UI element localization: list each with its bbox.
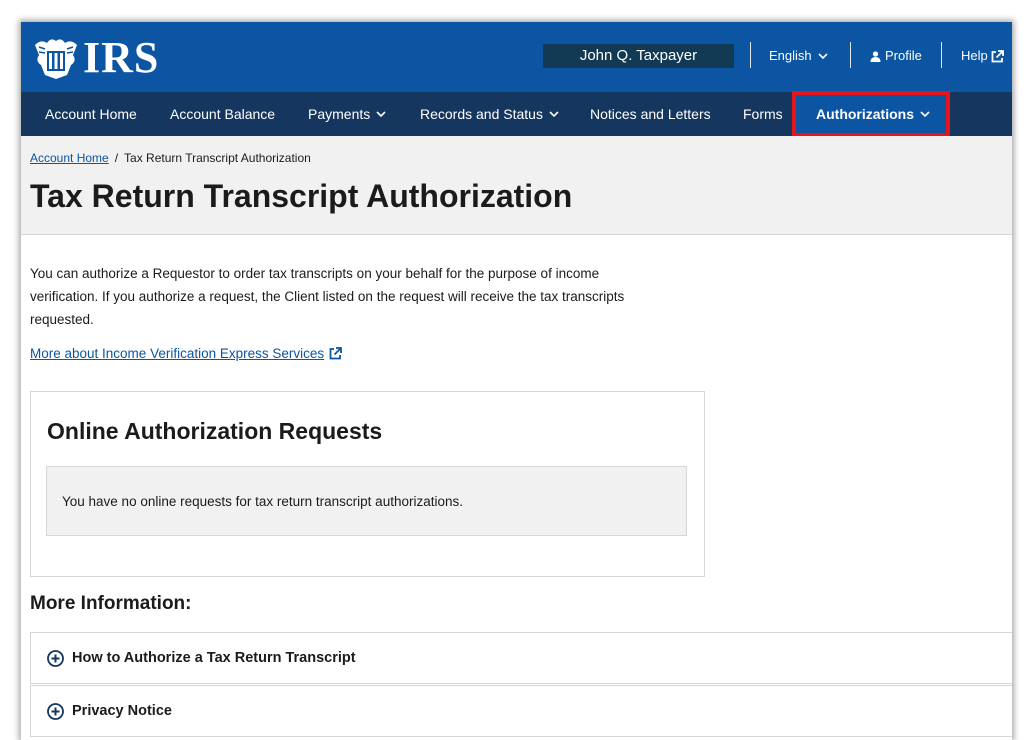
profile-link[interactable]: Profile bbox=[870, 44, 922, 68]
user-icon bbox=[870, 50, 881, 62]
authorization-requests-card: Online Authorization Requests You have n… bbox=[30, 391, 705, 577]
page-title: Tax Return Transcript Authorization bbox=[30, 178, 573, 214]
accordion-label: How to Authorize a Tax Return Transcript bbox=[72, 650, 356, 666]
browser-frame: IRS John Q. Taxpayer English Profile Hel… bbox=[21, 22, 1012, 740]
link-label: More about Income Verification Express S… bbox=[30, 346, 325, 361]
nav-authorizations[interactable]: Authorizations bbox=[792, 91, 950, 137]
site-header: IRS John Q. Taxpayer English Profile Hel… bbox=[21, 22, 1012, 92]
breadcrumb-home-link[interactable]: Account Home bbox=[30, 151, 109, 165]
nav-forms[interactable]: Forms bbox=[743, 92, 783, 136]
nav-account-home[interactable]: Account Home bbox=[45, 92, 137, 136]
external-link-icon bbox=[991, 49, 1004, 62]
breadcrumb-current: Tax Return Transcript Authorization bbox=[124, 151, 311, 165]
empty-requests-message: You have no online requests for tax retu… bbox=[46, 466, 687, 536]
accordion-how-to-authorize[interactable]: How to Authorize a Tax Return Transcript bbox=[30, 632, 1012, 684]
nav-label: Account Home bbox=[45, 106, 137, 122]
nav-label: Account Balance bbox=[170, 106, 276, 122]
main-nav: Account Home Account Balance Payments Re… bbox=[21, 91, 1012, 137]
profile-label: Profile bbox=[885, 48, 922, 63]
accordion-privacy-notice[interactable]: Privacy Notice bbox=[30, 685, 1012, 737]
chevron-down-icon bbox=[818, 52, 828, 59]
header-divider bbox=[850, 42, 851, 68]
accordion-label: Privacy Notice bbox=[72, 703, 172, 719]
nav-notices-and-letters[interactable]: Notices and Letters bbox=[590, 92, 711, 136]
logo-text: IRS bbox=[83, 33, 160, 82]
nav-payments[interactable]: Payments bbox=[308, 92, 386, 136]
help-label: Help bbox=[961, 48, 988, 63]
nav-label: Authorizations bbox=[816, 106, 914, 122]
nav-label: Payments bbox=[308, 106, 371, 122]
plus-circle-icon bbox=[47, 702, 64, 720]
header-divider bbox=[750, 42, 751, 68]
breadcrumb: Account Home / Tax Return Transcript Autho… bbox=[30, 151, 311, 165]
external-link-icon bbox=[329, 347, 343, 360]
nav-account-balance[interactable]: Account Balance bbox=[170, 92, 275, 136]
plus-circle-icon bbox=[47, 649, 64, 667]
language-label: English bbox=[769, 48, 812, 63]
eagle-emblem-icon bbox=[35, 39, 77, 79]
more-info-heading: More Information: bbox=[30, 593, 192, 614]
nav-label: Records and Status bbox=[420, 106, 543, 122]
breadcrumb-separator: / bbox=[114, 151, 119, 165]
chevron-down-icon bbox=[549, 110, 559, 117]
chevron-down-icon bbox=[920, 110, 930, 117]
page-header: Account Home / Tax Return Transcript Autho… bbox=[21, 136, 1012, 235]
nav-label: Forms bbox=[743, 106, 783, 122]
user-name-display: John Q. Taxpayer bbox=[543, 44, 734, 68]
nav-label: Notices and Letters bbox=[590, 106, 711, 122]
nav-records-and-status[interactable]: Records and Status bbox=[420, 92, 559, 136]
income-verification-link[interactable]: More about Income Verification Express S… bbox=[30, 346, 343, 361]
header-divider bbox=[941, 42, 942, 68]
intro-text: You can authorize a Requestor to order t… bbox=[30, 266, 625, 327]
card-title: Online Authorization Requests bbox=[47, 418, 383, 444]
irs-logo[interactable]: IRS bbox=[31, 35, 159, 81]
chevron-down-icon bbox=[376, 110, 386, 117]
language-selector[interactable]: English bbox=[769, 44, 828, 68]
help-link[interactable]: Help bbox=[961, 44, 1004, 68]
